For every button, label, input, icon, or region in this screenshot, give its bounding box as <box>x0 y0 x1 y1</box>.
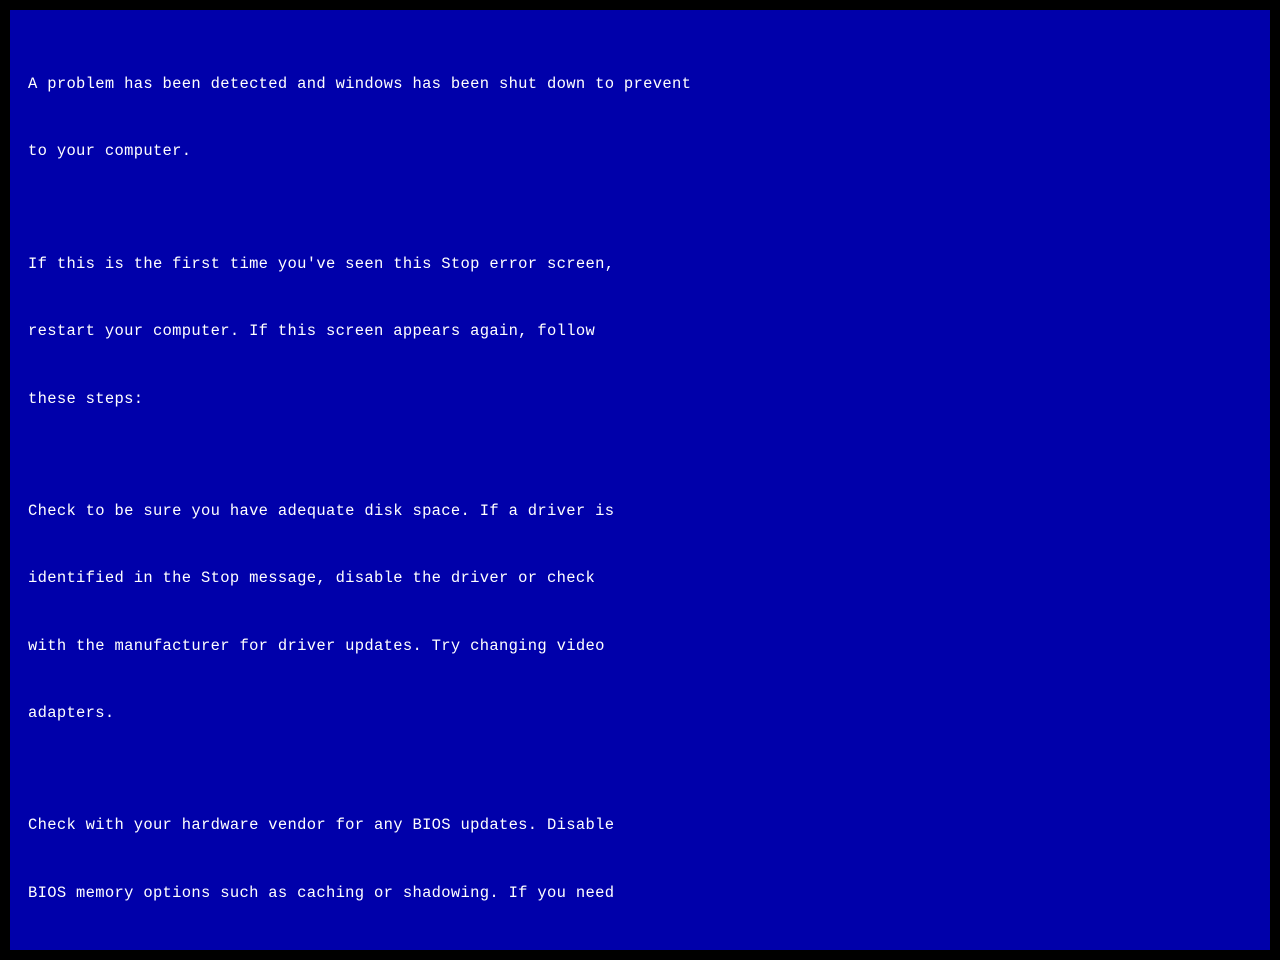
bsod-line-12: to use Safe Mode to remove or disable co… <box>28 949 1252 950</box>
bsod-line-9: adapters. <box>28 702 1252 724</box>
bsod-line-4: restart your computer. If this screen ap… <box>28 320 1252 342</box>
bsod-line-11: BIOS memory options such as caching or s… <box>28 882 1252 904</box>
bsod-screen: A problem has been detected and windows … <box>10 10 1270 950</box>
bsod-line-6: Check to be sure you have adequate disk … <box>28 500 1252 522</box>
bsod-line-10: Check with your hardware vendor for any … <box>28 814 1252 836</box>
bsod-line-5: these steps: <box>28 388 1252 410</box>
bsod-line-2: to your computer. <box>28 140 1252 162</box>
bsod-line-1: A problem has been detected and windows … <box>28 73 1252 95</box>
bsod-content: A problem has been detected and windows … <box>10 10 1270 950</box>
bsod-line-8: with the manufacturer for driver updates… <box>28 635 1252 657</box>
bsod-line-7: identified in the Stop message, disable … <box>28 567 1252 589</box>
bsod-line-3: If this is the first time you've seen th… <box>28 253 1252 275</box>
